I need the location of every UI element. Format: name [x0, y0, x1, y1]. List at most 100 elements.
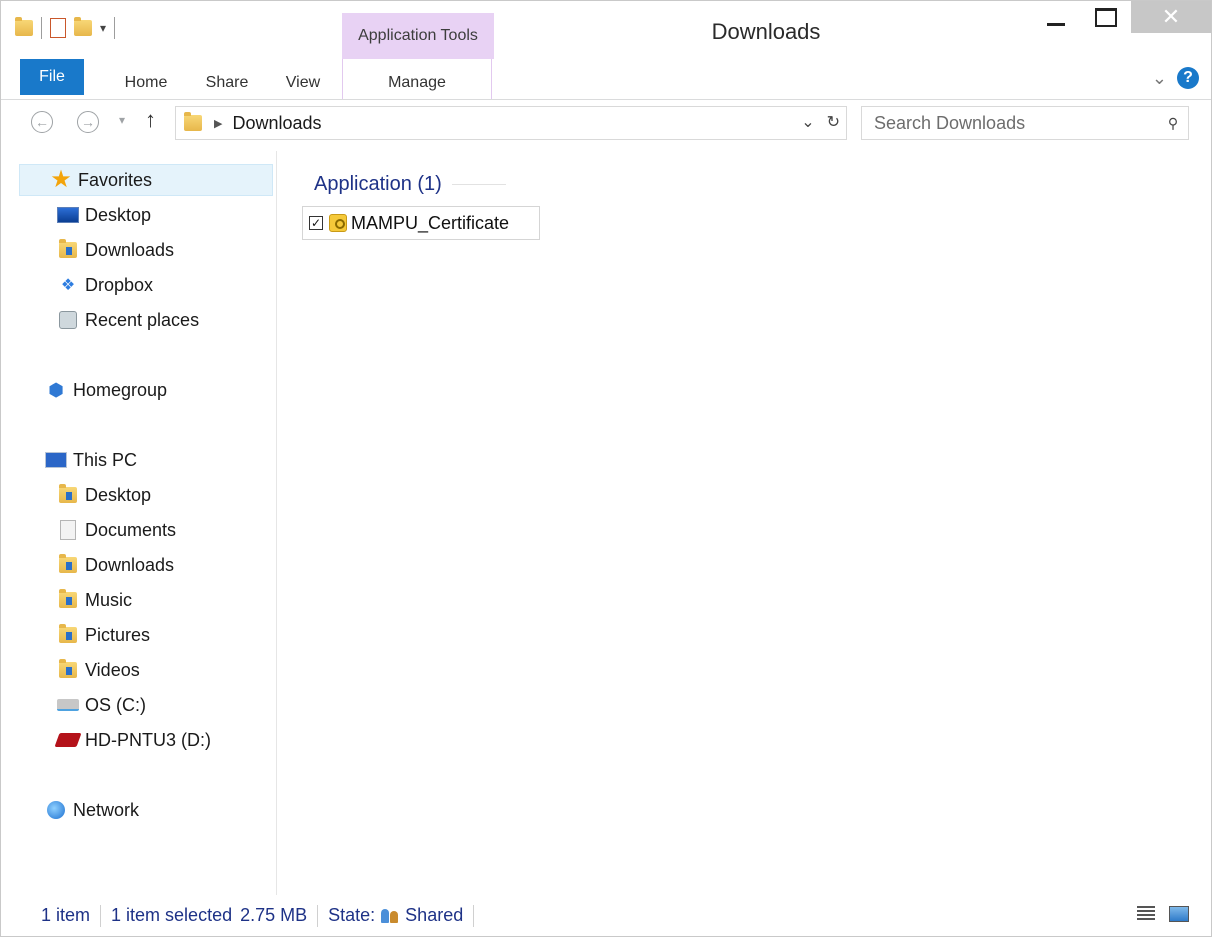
- refresh-icon[interactable]: ↻: [827, 112, 840, 132]
- nav-favorites-dropbox[interactable]: ❖ Dropbox: [57, 269, 153, 301]
- nav-label: Music: [85, 589, 133, 610]
- properties-icon[interactable]: [50, 18, 66, 38]
- breadcrumb-separator-icon[interactable]: ▶: [214, 117, 222, 130]
- nav-pc-os-c[interactable]: OS (C:): [57, 689, 146, 721]
- maximize-icon: [1095, 7, 1117, 27]
- folder-icon: [15, 17, 33, 36]
- file-explorer-window: ▾ Application Tools Downloads ✕ File Hom…: [0, 0, 1212, 937]
- search-box[interactable]: ⚲: [861, 106, 1189, 140]
- navigation-pane: ★ Favorites Desktop Downloads ❖ Dropbox …: [1, 151, 277, 895]
- minimize-button[interactable]: [1031, 1, 1081, 33]
- nav-homegroup[interactable]: ⬢ Homegroup: [45, 374, 167, 406]
- nav-label: OS (C:): [85, 694, 146, 715]
- item-count: 1 item: [41, 905, 91, 925]
- status-divider: [100, 904, 102, 927]
- state-value: Shared: [405, 905, 464, 925]
- downloads-folder-icon: [57, 554, 79, 575]
- file-name: MAMPU_Certificate: [351, 212, 510, 233]
- recent-places-icon: [57, 310, 79, 330]
- nav-network[interactable]: Network: [45, 794, 139, 826]
- ribbon-tabs: File Home Share View Manage ⌄ ?: [1, 59, 1211, 100]
- new-folder-icon[interactable]: [74, 17, 92, 36]
- nav-label: Downloads: [85, 239, 175, 260]
- nav-label: Dropbox: [85, 274, 154, 295]
- homegroup-icon: ⬢: [48, 379, 64, 400]
- state-label: State:: [328, 905, 376, 925]
- external-drive-icon: [54, 730, 82, 750]
- group-header[interactable]: Application (1): [314, 173, 506, 196]
- customize-toolbar-chevron-icon[interactable]: ▾: [100, 21, 106, 35]
- address-bar[interactable]: ▶ Downloads ⌄ ↻: [175, 106, 847, 140]
- large-icons-view-icon[interactable]: [1169, 906, 1189, 922]
- nav-label: Documents: [85, 519, 177, 540]
- nav-pc-desktop[interactable]: Desktop: [57, 479, 151, 511]
- details-view-icon[interactable]: [1137, 906, 1155, 922]
- maximize-button[interactable]: [1081, 1, 1131, 33]
- nav-label: This PC: [73, 449, 138, 470]
- back-button[interactable]: ←: [31, 111, 53, 133]
- nav-label: Desktop: [85, 484, 152, 505]
- close-button[interactable]: ✕: [1131, 1, 1211, 33]
- dropbox-icon: ❖: [60, 277, 76, 294]
- nav-pc-downloads[interactable]: Downloads: [57, 549, 174, 581]
- expand-ribbon-chevron-icon[interactable]: ⌄: [1152, 68, 1167, 89]
- pictures-folder-icon: [57, 624, 79, 645]
- title-bar: ▾ Application Tools Downloads ✕: [1, 1, 1211, 59]
- nav-label: HD-PNTU3 (D:): [85, 729, 211, 750]
- nav-pc-documents[interactable]: Documents: [57, 514, 176, 546]
- search-input[interactable]: [862, 107, 1158, 139]
- desktop-folder-icon: [57, 484, 79, 505]
- computer-icon: [45, 450, 67, 470]
- music-folder-icon: [57, 589, 79, 610]
- item-checkbox[interactable]: ✓: [309, 216, 323, 230]
- tab-share[interactable]: Share: [194, 63, 260, 103]
- help-icon[interactable]: ?: [1177, 67, 1199, 89]
- nav-pc-pictures[interactable]: Pictures: [57, 619, 150, 651]
- shared-users-icon: [379, 908, 401, 924]
- back-arrow-icon: ←: [35, 114, 49, 130]
- installer-icon: [329, 214, 347, 232]
- view-switcher: [1137, 906, 1189, 922]
- tab-manage[interactable]: Manage: [342, 63, 492, 103]
- up-arrow-icon[interactable]: ↑: [145, 107, 156, 133]
- nav-label: Videos: [85, 659, 140, 680]
- quick-access-toolbar: ▾: [15, 13, 116, 43]
- nav-favorites-downloads[interactable]: Downloads: [57, 234, 174, 266]
- close-icon: ✕: [1161, 4, 1181, 29]
- address-controls: ⌄ ↻: [801, 112, 840, 132]
- application-tools-context-label: Application Tools: [342, 13, 494, 59]
- folder-icon: [184, 112, 202, 131]
- tab-view[interactable]: View: [273, 63, 333, 103]
- recent-locations-chevron-icon[interactable]: ▾: [119, 113, 125, 127]
- nav-label: Favorites: [78, 169, 153, 190]
- documents-folder-icon: [57, 520, 79, 540]
- nav-pc-videos[interactable]: Videos: [57, 654, 140, 686]
- nav-label: Network: [73, 799, 140, 820]
- minimize-icon: [1047, 22, 1065, 26]
- tab-file[interactable]: File: [20, 59, 84, 95]
- nav-pc-hd-pntu3[interactable]: HD-PNTU3 (D:): [54, 724, 211, 756]
- nav-favorites[interactable]: ★ Favorites: [19, 164, 273, 196]
- address-history-chevron-icon[interactable]: ⌄: [801, 112, 814, 132]
- star-icon: ★: [50, 166, 72, 193]
- ribbon-controls: ⌄ ?: [1152, 67, 1199, 89]
- group-header-label: Application (1): [314, 173, 442, 195]
- search-icon[interactable]: ⚲: [1158, 115, 1188, 132]
- nav-this-pc[interactable]: This PC: [45, 444, 137, 476]
- downloads-folder-icon: [57, 239, 79, 260]
- forward-button[interactable]: →: [77, 111, 99, 133]
- nav-label: Recent places: [85, 309, 200, 330]
- toolbar-divider: [41, 17, 42, 39]
- status-divider: [317, 904, 319, 927]
- nav-pc-music[interactable]: Music: [57, 584, 132, 616]
- nav-favorites-desktop[interactable]: Desktop: [57, 199, 151, 231]
- nav-label: Homegroup: [73, 379, 168, 400]
- selection-count: 1 item selected: [111, 905, 233, 925]
- breadcrumb-downloads[interactable]: Downloads: [232, 113, 321, 134]
- status-divider: [473, 904, 475, 927]
- tab-home[interactable]: Home: [111, 63, 181, 103]
- nav-favorites-recent-places[interactable]: Recent places: [57, 304, 199, 336]
- status-bar: 1 item 1 item selected 2.75 MB State: Sh…: [1, 895, 1211, 936]
- file-item[interactable]: ✓ MAMPU_Certificate: [302, 206, 540, 240]
- group-header-divider: [451, 184, 506, 185]
